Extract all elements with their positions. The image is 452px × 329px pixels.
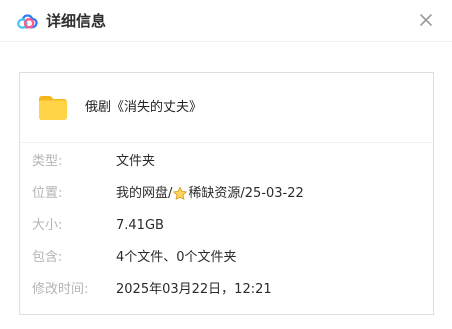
- modified-label: 修改时间:: [32, 282, 89, 297]
- location-suffix: 稀缺资源/25-03-22: [188, 186, 304, 201]
- close-button[interactable]: [416, 10, 436, 30]
- folder-icon: [37, 93, 69, 122]
- detail-row-contains: 包含: 4个文件、0个文件夹: [20, 249, 433, 281]
- size-label: 大小:: [32, 218, 63, 233]
- detail-row-type: 类型: 文件夹: [20, 153, 433, 185]
- dialog-header: 详细信息: [0, 0, 452, 42]
- detail-row-location: 位置: 我的网盘/ 稀缺资源/25-03-22: [20, 185, 433, 217]
- contains-label: 包含:: [32, 250, 63, 265]
- type-value: 文件夹: [116, 154, 156, 169]
- folder-name: 俄剧《消失的丈夫》: [85, 100, 203, 115]
- details-list: 类型: 文件夹 位置: 我的网盘/ 稀缺资源/25-03-22 大小: 7.41…: [20, 153, 433, 313]
- detail-row-size: 大小: 7.41GB: [20, 217, 433, 249]
- location-prefix: 我的网盘/: [116, 186, 173, 201]
- location-label: 位置:: [32, 186, 63, 201]
- baidu-netdisk-logo-icon: [16, 11, 38, 31]
- type-label: 类型:: [32, 154, 63, 169]
- location-value: 我的网盘/ 稀缺资源/25-03-22: [116, 185, 304, 203]
- contains-value: 4个文件、0个文件夹: [116, 250, 237, 265]
- detail-row-modified: 修改时间: 2025年03月22日，12:21: [20, 281, 433, 313]
- details-panel: 俄剧《消失的丈夫》 类型: 文件夹 位置: 我的网盘/ 稀缺资源/25-03-2…: [19, 72, 434, 315]
- close-icon: [420, 14, 432, 26]
- star-icon: [172, 186, 188, 202]
- size-value: 7.41GB: [116, 218, 164, 233]
- file-details-dialog: 详细信息 俄剧《消失的丈夫》 类型: 文件夹 位置: 我的网盘/ 稀缺资源/25…: [0, 0, 452, 329]
- modified-value: 2025年03月22日，12:21: [116, 282, 272, 297]
- folder-summary: 俄剧《消失的丈夫》: [20, 73, 433, 143]
- dialog-title: 详细信息: [46, 12, 107, 30]
